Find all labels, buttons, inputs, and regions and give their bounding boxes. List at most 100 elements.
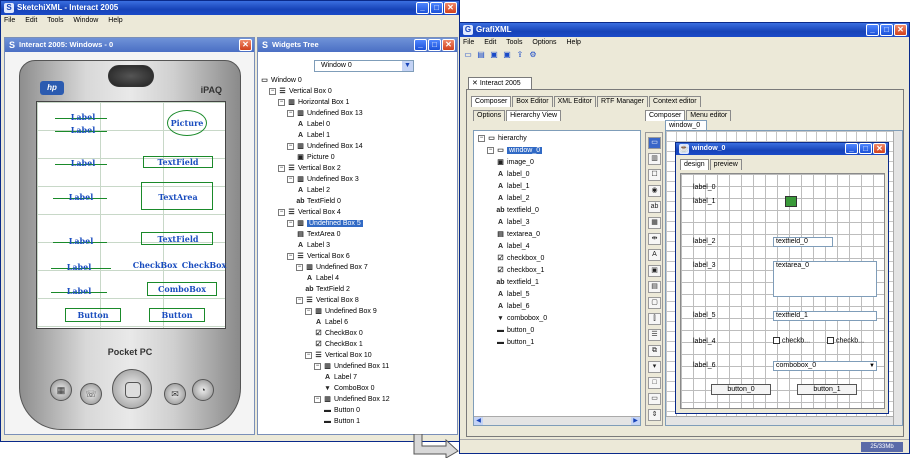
collapse-icon[interactable]: −: [296, 296, 303, 304]
tab-options[interactable]: Options: [473, 110, 506, 121]
tree-node[interactable]: A Label 1: [296, 131, 330, 140]
tab-hierarchy-view[interactable]: Hierarchy View: [506, 110, 562, 121]
menu-file[interactable]: File: [463, 39, 474, 46]
tree-icon[interactable]: ⧉: [648, 345, 661, 357]
design-grid[interactable]: label_0 label_1 label_2 textfield_0 labe…: [680, 173, 885, 409]
sketch-label[interactable]: Label: [59, 262, 99, 272]
tree-node[interactable]: ▣ Picture 0: [296, 153, 334, 162]
window-selector[interactable]: Window 0 ▼: [314, 60, 414, 72]
menu-edit[interactable]: Edit: [484, 39, 496, 46]
tree-node[interactable]: ▾ ComboBox 0: [323, 384, 375, 393]
home-hw-icon[interactable]: ◔: [192, 379, 214, 401]
save-icon[interactable]: ▣: [489, 50, 499, 60]
designed-minimize-button[interactable]: _: [845, 143, 858, 154]
label-0[interactable]: label_0: [693, 184, 716, 191]
collapse-icon[interactable]: −: [314, 395, 321, 403]
hierarchy-node[interactable]: Alabel_2: [496, 194, 530, 203]
sketch-checkbox[interactable]: CheckBox: [129, 260, 181, 270]
menu-tools[interactable]: Tools: [47, 17, 63, 24]
tree-node[interactable]: − ☰ Vertical Box 0: [269, 87, 332, 96]
menu-help[interactable]: Help: [108, 17, 122, 24]
hierarchy-node[interactable]: ▤ textarea_0: [496, 230, 540, 239]
tree-node[interactable]: − ▥ Undefined Box 12: [314, 395, 390, 404]
grafixml-titlebar[interactable]: G GrafiXML _ □ ✕: [460, 23, 909, 37]
tab-rtf-manager[interactable]: RTF Manager: [596, 96, 649, 107]
hierarchy-node[interactable]: ▾ combobox_0: [496, 314, 547, 323]
tree-node[interactable]: ▬ Button 1: [323, 417, 360, 426]
collapse-icon[interactable]: −: [314, 362, 321, 370]
frame-icon[interactable]: □: [648, 377, 661, 389]
close-icon[interactable]: ✕: [472, 80, 480, 87]
sketch-checkbox[interactable]: CheckBox: [179, 260, 229, 270]
sketch-label[interactable]: Label: [63, 158, 103, 168]
tree-node[interactable]: ab TextField 0: [296, 197, 340, 206]
designed-window[interactable]: ☕ window_0 _ □ ✕ design preview label_0 …: [675, 142, 889, 414]
menu-help[interactable]: Help: [567, 39, 581, 46]
combobox-0[interactable]: combobox_0 ▼: [773, 361, 877, 371]
hierarchy-node[interactable]: Alabel_5: [496, 290, 530, 299]
collapse-icon[interactable]: −: [287, 109, 294, 117]
hierarchy-node[interactable]: ab textfield_1: [496, 278, 539, 287]
tab-composer[interactable]: Composer: [471, 96, 512, 107]
tree-node[interactable]: ☑ CheckBox 0: [314, 329, 362, 338]
maximize-button[interactable]: □: [880, 24, 893, 36]
hierarchy-node[interactable]: ▬ button_0: [496, 326, 534, 335]
sketch-label[interactable]: Label: [61, 192, 101, 202]
menu-file[interactable]: File: [4, 17, 15, 24]
button-1[interactable]: button_1: [797, 384, 857, 395]
collapse-icon[interactable]: −: [305, 307, 312, 315]
label-3[interactable]: label_3: [693, 262, 716, 269]
tree-node[interactable]: ab TextField 2: [305, 285, 349, 294]
split-icon[interactable]: ⫿: [648, 313, 661, 325]
collapse-icon[interactable]: −: [278, 98, 285, 106]
tree-node[interactable]: A Label 3: [296, 241, 330, 250]
widgets-tree-close-button[interactable]: ✕: [442, 39, 455, 51]
tree-node[interactable]: A Label 4: [305, 274, 339, 283]
sketch-label[interactable]: Label: [63, 112, 103, 122]
tree-node[interactable]: A Label 6: [314, 318, 348, 327]
tree-node[interactable]: A Label 2: [296, 186, 330, 195]
collapse-icon[interactable]: −: [487, 146, 494, 154]
textarea-0[interactable]: textarea_0: [773, 261, 877, 297]
textfield-1[interactable]: textfield_1: [773, 311, 877, 321]
collapse-icon[interactable]: −: [278, 208, 285, 216]
tree-node[interactable]: − ▥ Horizontal Box 1: [278, 98, 349, 107]
close-button[interactable]: ✕: [894, 24, 907, 36]
collapse-icon[interactable]: −: [269, 87, 276, 95]
tree-node[interactable]: A Label 7: [323, 373, 357, 382]
tree-node[interactable]: ☑ CheckBox 1: [314, 340, 362, 349]
tab-box-editor[interactable]: Box Editor: [512, 96, 553, 107]
tree-node[interactable]: − ▥ Undefined Box 11: [314, 362, 389, 371]
tree-node[interactable]: − ▥ Undefined Box 13: [287, 109, 363, 118]
sketch-textarea[interactable]: TextArea: [145, 192, 211, 202]
dialog-icon[interactable]: ▭: [648, 393, 661, 405]
menu-tools[interactable]: Tools: [506, 39, 522, 46]
tree-node[interactable]: ▤ TextArea 0: [296, 230, 340, 239]
hierarchy-node[interactable]: ☑ checkbox_1: [496, 266, 544, 275]
sketch-button[interactable]: Button: [151, 310, 203, 320]
tree-node[interactable]: A Label 0: [296, 120, 330, 129]
pointer-icon[interactable]: ▭: [648, 137, 661, 149]
sketch-picture[interactable]: Picture: [161, 118, 213, 128]
chevron-down-icon[interactable]: ▼: [402, 61, 413, 71]
tree-node[interactable]: − ▥ Undefined Box 5: [287, 219, 363, 228]
sketch-textfield[interactable]: TextField: [145, 157, 211, 167]
sketch-combobox[interactable]: ComboBox: [149, 284, 215, 294]
collapse-icon[interactable]: −: [305, 351, 312, 359]
tab-design[interactable]: design: [680, 159, 709, 170]
mail-hw-icon[interactable]: ✉: [164, 383, 186, 405]
tab-context-editor[interactable]: Context editor: [649, 96, 701, 107]
sketch-window-close-button[interactable]: ✕: [239, 39, 252, 51]
tree-node[interactable]: ▬ Button 0: [323, 406, 360, 415]
collapse-icon[interactable]: −: [478, 134, 485, 142]
open-icon[interactable]: ▤: [476, 50, 486, 60]
hbox-icon[interactable]: ▥: [648, 153, 661, 165]
table-icon[interactable]: ▤: [648, 281, 661, 293]
hierarchy-node[interactable]: Alabel_1: [496, 182, 530, 191]
widgets-tree-titlebar[interactable]: S Widgets Tree _ □ ✕: [258, 38, 457, 52]
sketch-button[interactable]: Button: [67, 310, 119, 320]
tree-node[interactable]: − ☰ Vertical Box 4: [278, 208, 341, 217]
tree-node[interactable]: − ▥ Undefined Box 7: [296, 263, 368, 272]
checkbox-1[interactable]: checkb...: [827, 337, 864, 344]
list-icon[interactable]: ☰: [648, 329, 661, 341]
